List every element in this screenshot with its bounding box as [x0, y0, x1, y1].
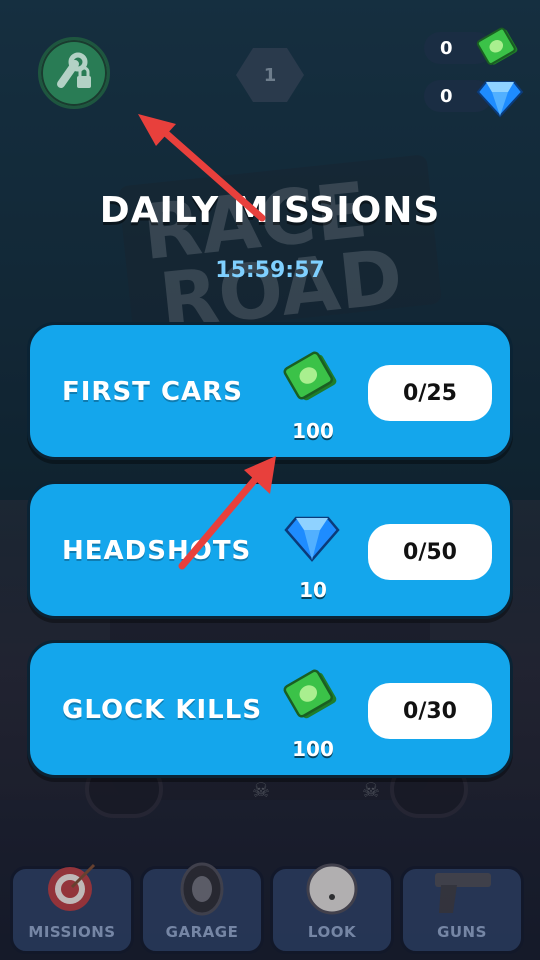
mission-timer: 15:59:57: [215, 258, 325, 283]
mission-card-glock-kills[interactable]: GLOCK KILLS 100 0/30: [27, 640, 513, 778]
nav-garage[interactable]: GARAGE: [140, 862, 264, 954]
diamond-icon: [284, 516, 340, 562]
nav-guns[interactable]: GUNS: [400, 866, 524, 954]
overlay-dim: [0, 0, 540, 960]
ball-icon: [306, 863, 358, 915]
mission-progress: 0/30: [368, 683, 492, 739]
mission-name: FIRST CARS: [62, 377, 243, 407]
mission-card-first-cars[interactable]: FIRST CARS 100 0/25: [27, 322, 513, 460]
nav-missions[interactable]: MISSIONS: [10, 863, 134, 954]
reward-amount: 10: [299, 578, 327, 602]
mission-name: HEADSHOTS: [62, 536, 252, 566]
nav-label: LOOK: [307, 923, 357, 941]
nav-label: MISSIONS: [28, 923, 116, 941]
settings-button[interactable]: [38, 37, 110, 109]
nav-label: GUNS: [437, 923, 487, 941]
page-title: DAILY MISSIONS: [99, 190, 441, 231]
mission-card-headshots[interactable]: HEADSHOTS 10 0/50: [27, 481, 513, 619]
mission-progress: 0/50: [368, 524, 492, 580]
nav-look[interactable]: LOOK: [270, 863, 394, 954]
nav-label: GARAGE: [165, 923, 239, 941]
reward-amount: 100: [292, 737, 334, 761]
gem-count: 0: [440, 85, 453, 107]
tire-icon: [180, 862, 224, 916]
mission-progress: 0/25: [368, 365, 492, 421]
diamond-icon: [476, 81, 524, 118]
reward-amount: 100: [292, 419, 334, 443]
cash-count: 0: [440, 37, 453, 59]
cash-icon: [283, 351, 337, 401]
target-icon: [48, 863, 96, 911]
cash-icon: [476, 27, 518, 65]
level-number: 1: [263, 64, 277, 86]
pistol-icon: [435, 873, 491, 913]
mission-name: GLOCK KILLS: [62, 695, 263, 725]
cash-icon: [283, 669, 337, 719]
wrench-lock-icon: [57, 52, 91, 88]
